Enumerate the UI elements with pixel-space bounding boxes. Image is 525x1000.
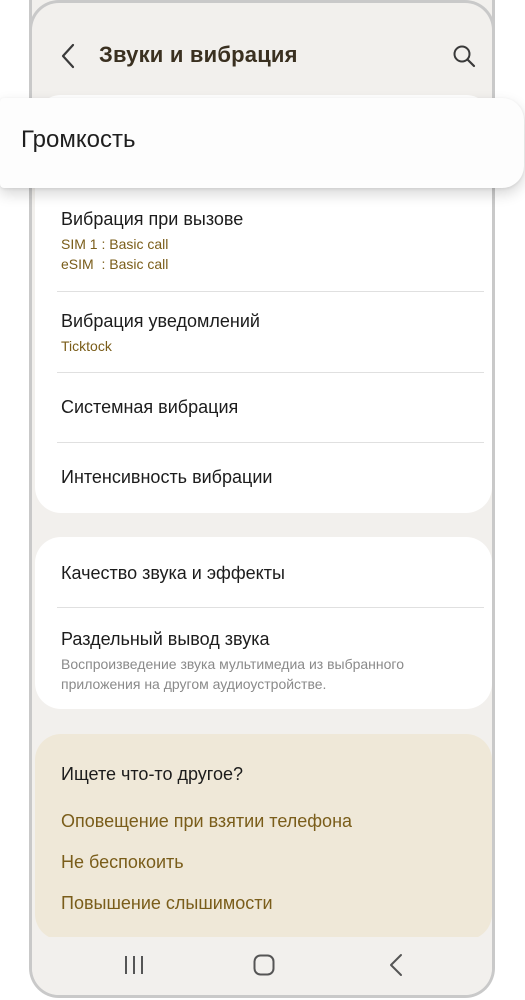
separate-output-title: Раздельный вывод звука (61, 629, 270, 649)
call-vibration-title: Вибрация при вызове (61, 209, 244, 229)
divider (57, 607, 484, 608)
notification-vibration-value: Ticktock (61, 338, 112, 354)
link-hearing-enhancement[interactable]: Повышение слышимости (61, 893, 273, 914)
call-vibration-sim1: SIM 1 : Basic call (61, 236, 169, 252)
separate-output-item[interactable]: Раздельный вывод звука Воспроизведение з… (61, 629, 484, 694)
volume-label: Громкость (21, 126, 136, 153)
nav-back-icon (390, 954, 402, 976)
sound-quality-item[interactable]: Качество звука и эффекты (61, 563, 484, 584)
home-icon (253, 954, 275, 976)
navigation-bar (32, 937, 492, 995)
sound-quality-title: Качество звука и эффекты (61, 563, 285, 583)
notification-vibration-item[interactable]: Вибрация уведомлений Ticktock (61, 311, 484, 356)
looking-for-card: Ищете что-то другое? Оповещение при взят… (35, 734, 492, 940)
search-icon (453, 45, 476, 68)
search-button[interactable] (446, 38, 482, 74)
system-vibration-title: Системная вибрация (61, 397, 239, 417)
back-arrow-icon (61, 43, 75, 69)
recents-button[interactable] (112, 947, 156, 983)
app-header: Звуки и вибрация (32, 0, 492, 100)
nav-back-button[interactable] (374, 947, 418, 983)
divider (57, 291, 484, 292)
separate-output-desc: Воспроизведение звука мультимедиа из выб… (61, 656, 405, 692)
back-button[interactable] (54, 38, 82, 74)
divider (57, 372, 484, 373)
vibration-intensity-title: Интенсивность вибрации (61, 467, 273, 487)
page-title: Звуки и вибрация (99, 42, 298, 67)
sound-settings-card: Качество звука и эффекты Раздельный выво… (35, 537, 492, 709)
call-vibration-esim: eSIM : Basic call (61, 256, 169, 272)
call-vibration-item[interactable]: Вибрация при вызове SIM 1 : Basic call e… (61, 209, 484, 274)
system-vibration-item[interactable]: Системная вибрация (61, 397, 484, 418)
volume-card[interactable]: Громкость (0, 98, 524, 188)
divider (57, 442, 484, 443)
looking-for-title: Ищете что-то другое? (61, 764, 244, 784)
notification-vibration-title: Вибрация уведомлений (61, 311, 260, 331)
recents-icon (125, 956, 143, 974)
link-pickup-alert[interactable]: Оповещение при взятии телефона (61, 811, 352, 832)
link-do-not-disturb[interactable]: Не беспокоить (61, 852, 184, 873)
home-button[interactable] (242, 947, 286, 983)
vibration-intensity-item[interactable]: Интенсивность вибрации (61, 467, 484, 488)
